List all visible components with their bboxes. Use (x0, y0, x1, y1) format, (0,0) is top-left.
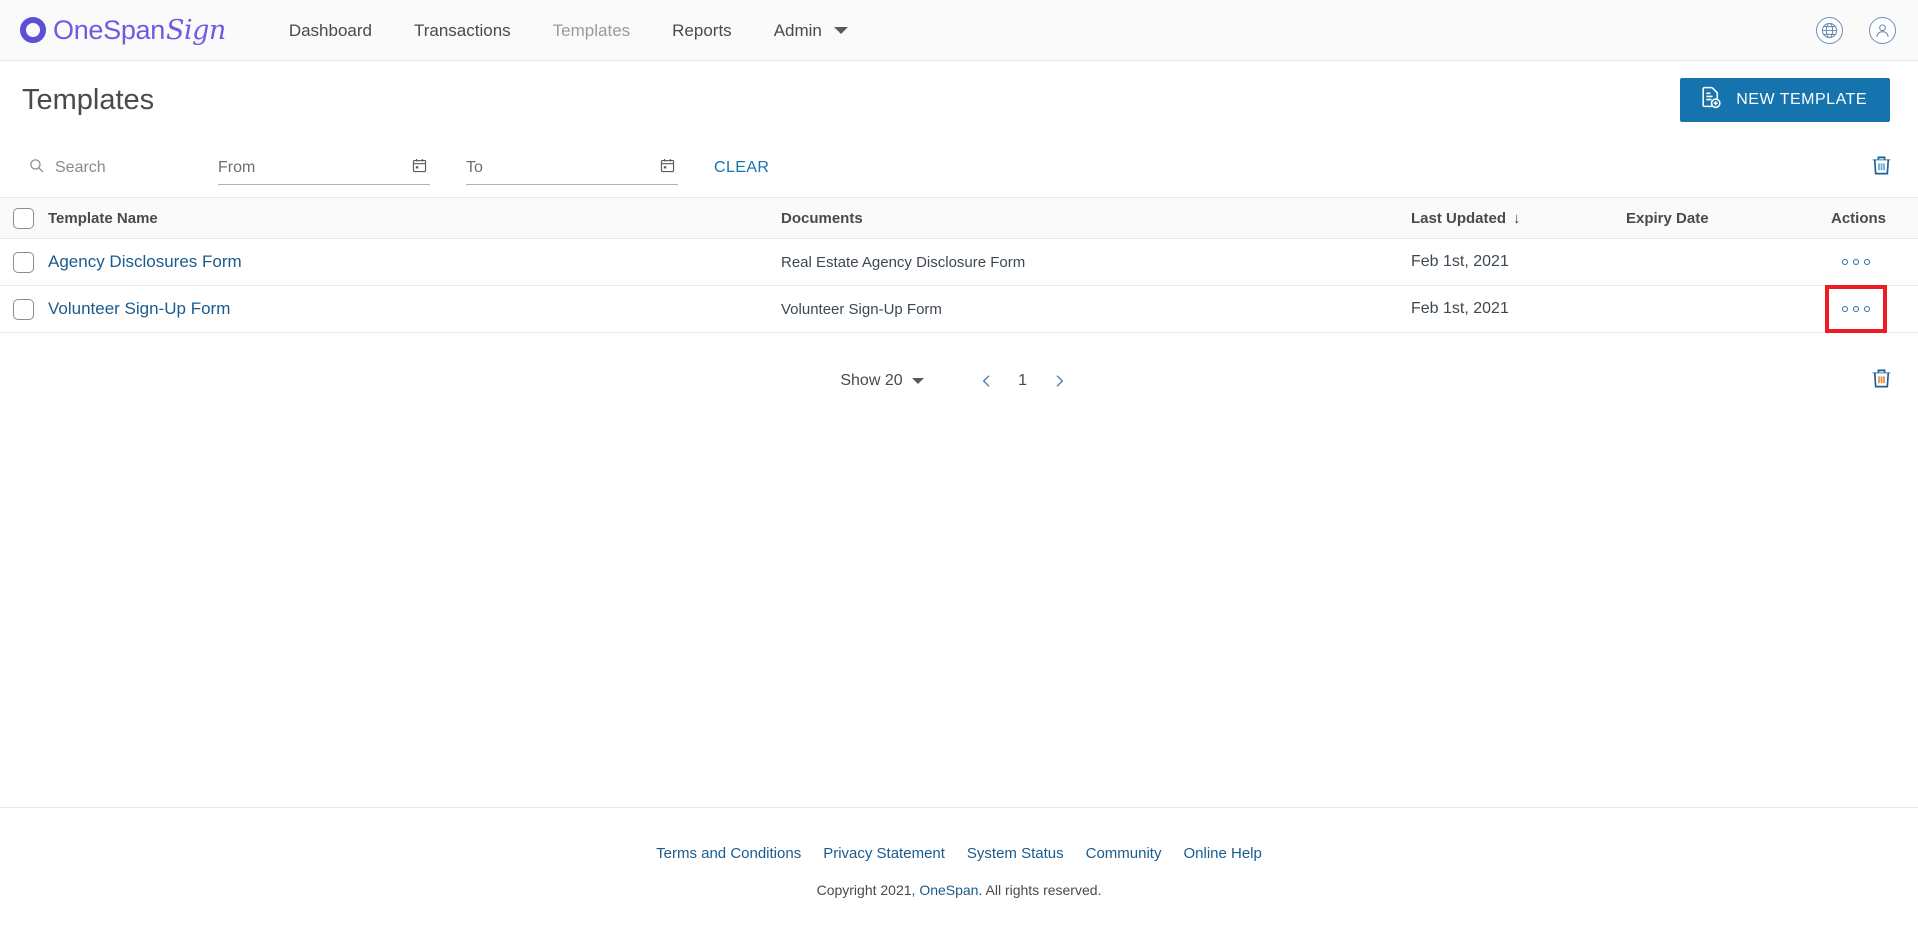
copyright-brand-link[interactable]: OneSpan (919, 882, 978, 898)
calendar-icon[interactable] (659, 157, 676, 179)
cell-documents: Real Estate Agency Disclosure Form (781, 254, 1411, 271)
page-footer: Terms and Conditions Privacy Statement S… (0, 807, 1918, 935)
top-navigation-bar: OneSpan Sign Dashboard Transactions Temp… (0, 0, 1918, 61)
page-size-label: Show 20 (840, 372, 902, 390)
sort-descending-arrow-icon: ↓ (1513, 210, 1521, 227)
chevron-down-icon (834, 27, 848, 34)
column-header-last-updated-label: Last Updated (1411, 210, 1506, 227)
cell-template-name: Volunteer Sign-Up Form (46, 299, 781, 319)
nav-item-transactions[interactable]: Transactions (393, 0, 532, 61)
chevron-down-icon (912, 378, 924, 384)
table-header-row: Template Name Documents Last Updated ↓ E… (0, 197, 1918, 239)
row-actions-menu-button[interactable] (1836, 251, 1876, 273)
nav-item-admin[interactable]: Admin (753, 0, 869, 61)
onespan-sign-logo[interactable]: OneSpan Sign (20, 15, 226, 46)
dot-icon (1864, 259, 1870, 265)
logo-text-onespan: OneSpan (53, 15, 165, 46)
column-header-template-name[interactable]: Template Name (46, 210, 781, 227)
copyright-prefix: Copyright 2021, (817, 882, 920, 898)
cell-last-updated: Feb 1st, 2021 (1411, 253, 1626, 271)
column-header-actions: Actions (1822, 210, 1890, 227)
dot-icon (1842, 259, 1848, 265)
search-input[interactable]: Search (28, 157, 218, 179)
new-template-button[interactable]: NEW TEMPLATE (1680, 78, 1890, 122)
dot-icon (1864, 306, 1870, 312)
onespan-logo-mark-icon (20, 17, 46, 43)
dot-icon (1853, 259, 1859, 265)
row-select-checkbox[interactable] (13, 299, 34, 320)
template-name-link[interactable]: Volunteer Sign-Up Form (48, 299, 230, 318)
pagination-bar: Show 20 1 (0, 333, 1918, 429)
footer-link-community[interactable]: Community (1086, 845, 1162, 862)
main-nav-items: Dashboard Transactions Templates Reports… (268, 0, 869, 61)
dot-icon (1853, 306, 1859, 312)
new-template-button-label: NEW TEMPLATE (1736, 91, 1867, 109)
footer-link-online-help[interactable]: Online Help (1183, 845, 1261, 862)
search-placeholder: Search (55, 159, 106, 177)
cell-actions (1822, 298, 1890, 320)
row-select-checkbox[interactable] (13, 252, 34, 273)
next-page-button[interactable] (1040, 362, 1078, 400)
logo-text-sign: Sign (166, 15, 226, 46)
row-actions-menu-button[interactable] (1836, 298, 1876, 320)
user-account-icon[interactable] (1869, 17, 1896, 44)
date-to-placeholder: To (466, 159, 483, 177)
page-title: Templates (22, 84, 154, 117)
table-row[interactable]: Volunteer Sign-Up Form Volunteer Sign-Up… (0, 286, 1918, 333)
dot-icon (1842, 306, 1848, 312)
footer-link-terms-and-conditions[interactable]: Terms and Conditions (656, 845, 801, 862)
nav-item-reports[interactable]: Reports (651, 0, 753, 61)
filter-bar: Search From To CLEAR (0, 139, 1918, 197)
page-header: Templates NEW TEMPLATE (0, 61, 1918, 139)
footer-link-privacy-statement[interactable]: Privacy Statement (823, 845, 945, 862)
copyright-text: Copyright 2021, OneSpan. All rights rese… (817, 882, 1102, 898)
column-header-last-updated[interactable]: Last Updated ↓ (1411, 210, 1626, 227)
delete-selected-top-button[interactable] (1869, 153, 1894, 183)
date-from-placeholder: From (218, 159, 255, 177)
cell-template-name: Agency Disclosures Form (46, 252, 781, 272)
copyright-suffix: . All rights reserved. (978, 882, 1101, 898)
select-all-checkbox-cell (0, 208, 46, 229)
table-row[interactable]: Agency Disclosures Form Real Estate Agen… (0, 239, 1918, 286)
clear-filters-button[interactable]: CLEAR (714, 159, 769, 177)
select-all-checkbox[interactable] (13, 208, 34, 229)
nav-item-templates[interactable]: Templates (532, 0, 651, 61)
row-checkbox-cell (0, 299, 46, 320)
nav-item-admin-label: Admin (774, 0, 822, 61)
column-header-expiry-date[interactable]: Expiry Date (1626, 210, 1822, 227)
nav-item-dashboard[interactable]: Dashboard (268, 0, 393, 61)
cell-actions (1822, 251, 1890, 273)
column-header-documents[interactable]: Documents (781, 210, 1411, 227)
footer-link-system-status[interactable]: System Status (967, 845, 1064, 862)
page-size-select[interactable]: Show 20 (840, 372, 923, 390)
date-from-input[interactable]: From (218, 151, 430, 185)
row-checkbox-cell (0, 252, 46, 273)
template-name-link[interactable]: Agency Disclosures Form (48, 252, 242, 271)
delete-selected-bottom-button[interactable] (1869, 366, 1894, 396)
page-number-1[interactable]: 1 (1006, 372, 1040, 390)
cell-last-updated: Feb 1st, 2021 (1411, 300, 1626, 318)
search-icon (28, 157, 45, 179)
cell-documents: Volunteer Sign-Up Form (781, 301, 1411, 318)
templates-table: Template Name Documents Last Updated ↓ E… (0, 197, 1918, 333)
document-add-icon (1698, 85, 1723, 115)
top-nav-right-icons (1816, 0, 1896, 61)
footer-links: Terms and Conditions Privacy Statement S… (656, 845, 1262, 862)
previous-page-button[interactable] (968, 362, 1006, 400)
globe-icon[interactable] (1816, 17, 1843, 44)
date-to-input[interactable]: To (466, 151, 678, 185)
calendar-icon[interactable] (411, 157, 428, 179)
